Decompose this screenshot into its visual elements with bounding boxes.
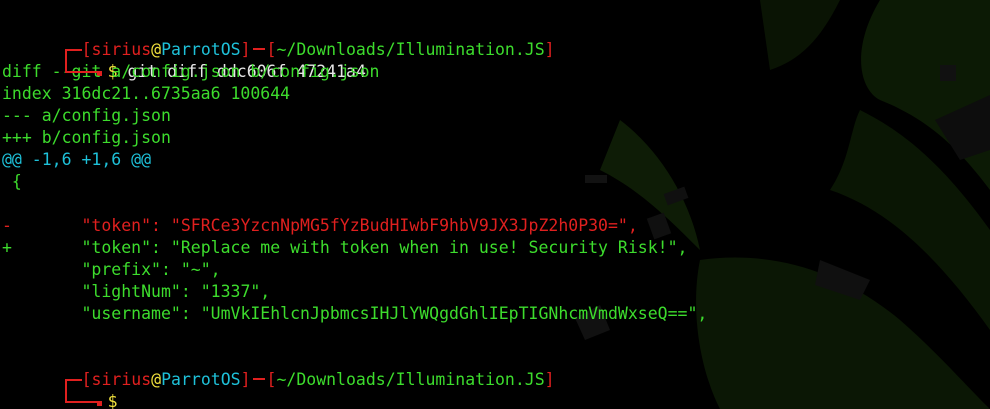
prompt-line: [sirius@ParrotOS] [~/Downloads/Illuminati… [2,17,990,61]
diff-added-value: "Replace me with token when in use! Secu… [170,238,688,257]
prompt-close-bracket: ] [240,370,251,389]
prompt-path: ~/Downloads/Illumination.JS [276,370,545,389]
prompt-path-open-bracket: [ [266,40,277,59]
terminal-window[interactable]: [sirius@ParrotOS] [~/Downloads/Illuminati… [0,0,990,409]
diff-added-marker: + [2,238,12,257]
prompt-user: sirius [91,370,152,389]
diff-lightnum-value: "1337", [200,282,271,301]
prompt-path-close-bracket: ] [544,370,555,389]
prompt-dash [252,48,265,50]
diff-context-prefix-line: "prefix": "~", [81,260,221,279]
diff-removed-line: - "token": "SFRCe3YzcnNpMG5fYzBudHIwbF9h… [2,216,638,235]
diff-added-key: "token" [81,238,152,257]
diff-username-value: "UmVkIEhlcnJpbmcsIHJlYWQgdGhlIEpTIGNhcmV… [200,304,708,323]
prompt-arrow-icon [96,401,102,406]
terminal-output: [sirius@ParrotOS] [~/Downloads/Illuminati… [2,17,990,409]
prompt-corner-top [62,369,82,391]
prompt-symbol: $ [107,392,118,409]
prompt-corner-bottom [62,391,97,409]
prompt-corner-top [62,39,82,61]
prompt-dash [252,378,265,380]
diff-blank-line [2,193,990,215]
prompt-at: @ [151,40,162,59]
prompt-host: ParrotOS [161,40,241,59]
diff-hunk-header: @@ -1,6 +1,6 @@ [2,150,152,169]
diff-lightnum-key: "lightNum" [81,282,181,301]
diff-context-lightnum-line: "lightNum": "1337", [81,282,271,301]
prompt-host: ParrotOS [161,370,241,389]
diff-old-file-line: --- a/config.json [2,106,171,125]
diff-git-line: diff --git a/config.json b/config.json [2,62,380,81]
prompt-open-bracket: [ [81,370,92,389]
prompt-user: sirius [91,40,152,59]
prompt-open-bracket: [ [81,40,92,59]
diff-username-key: "username" [81,304,181,323]
prompt-close-bracket: ] [240,40,251,59]
diff-removed-marker: - [2,216,12,235]
prompt-corner-bottom [62,61,97,83]
diff-removed-key: "token" [81,216,152,235]
diff-context-open-brace: { [2,172,22,191]
prompt-at: @ [151,370,162,389]
diff-index-line: index 316dc21..6735aa6 100644 [2,84,291,103]
diff-prefix-key: "prefix" [81,260,161,279]
diff-context-username-line: "username": "UmVkIEhlcnJpbmcsIHJlYWQgdGh… [81,304,708,323]
diff-new-file-line: +++ b/config.json [2,128,171,147]
prompt-path: ~/Downloads/Illumination.JS [276,40,545,59]
diff-prefix-value: "~", [180,260,221,279]
prompt-path-close-bracket: ] [544,40,555,59]
diff-removed-value: "SFRCe3YzcnNpMG5fYzBudHIwbF9hbV9JX3JpZ2h… [170,216,638,235]
prompt-path-open-bracket: [ [266,370,277,389]
prompt-line: [sirius@ParrotOS] [~/Downloads/Illuminati… [2,347,990,391]
diff-added-line: + "token": "Replace me with token when i… [2,238,688,257]
